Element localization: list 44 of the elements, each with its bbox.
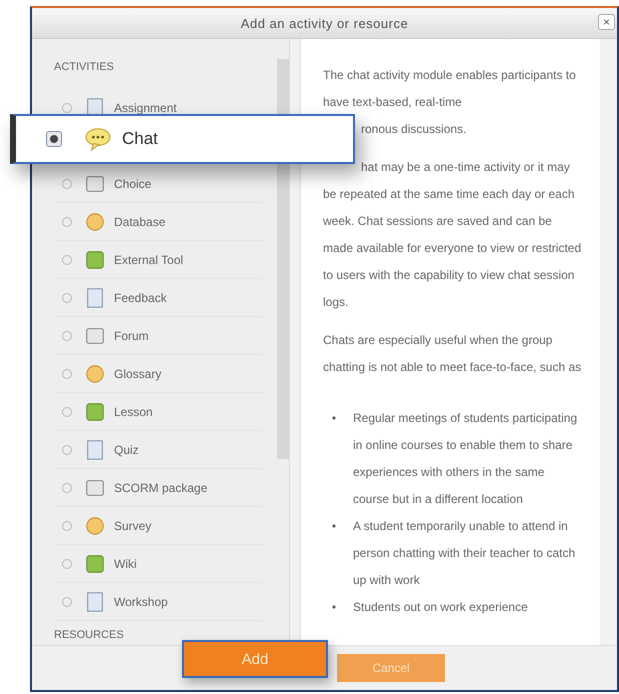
- section-heading: RESOURCES: [54, 629, 125, 643]
- activity-label: Glossary: [114, 366, 162, 380]
- radio-button[interactable]: [62, 216, 72, 226]
- section-heading: ACTIVITIES: [54, 61, 115, 75]
- radio-button[interactable]: [46, 131, 62, 147]
- activity-label: Quiz: [114, 442, 139, 456]
- bullet-marker: •: [330, 410, 338, 427]
- radio-button[interactable]: [62, 558, 72, 568]
- bullet-marker: •: [330, 518, 338, 535]
- bullet-marker: •: [330, 599, 338, 616]
- activity-label: Survey: [114, 518, 152, 532]
- activity-label: Wiki: [114, 556, 137, 570]
- radio-button[interactable]: [62, 292, 72, 302]
- bullet-text: Regular meetings of students participating in online courses to enable them to share experiences with others in the same course but in a different location: [353, 410, 578, 508]
- description-text: Chats are especially useful when the group chatting is not able to meet face-to-face, such as: [323, 332, 582, 376]
- bullet-text: A student temporarily unable to attend in person chatting with their teacher to catch up with work: [353, 518, 576, 589]
- radio-button[interactable]: [62, 368, 72, 378]
- description-text: ronous discussions.: [360, 121, 468, 138]
- dialog-title: Add an activity or resource: [240, 16, 408, 30]
- activity-label: SCORM package: [114, 480, 208, 494]
- activity-label: External Tool: [114, 252, 184, 266]
- add-button[interactable]: Add: [182, 640, 328, 678]
- activity-label: Assignment: [114, 100, 177, 114]
- description-text: hat may be a one-time activity or it may be repeated at the same time each day or each week. Chat sessions are saved and can be made available for everyone to view or restricted to users with the capability to view chat session logs.: [323, 159, 582, 311]
- radio-button[interactable]: [62, 444, 72, 454]
- activity-label: Workshop: [114, 594, 168, 608]
- bullet-text: Students out on work experience: [353, 599, 528, 616]
- radio-button[interactable]: [62, 406, 72, 416]
- activity-label: Feedback: [114, 290, 167, 304]
- radio-button[interactable]: [62, 520, 72, 530]
- radio-button[interactable]: [62, 178, 72, 188]
- activity-label: Chat: [122, 129, 158, 149]
- radio-button[interactable]: [62, 596, 72, 606]
- cancel-button[interactable]: Cancel: [337, 654, 445, 682]
- radio-button[interactable]: [62, 254, 72, 264]
- close-button[interactable]: ×: [598, 14, 615, 30]
- speech-bubble-icon: [84, 127, 112, 151]
- radio-button[interactable]: [62, 482, 72, 492]
- activity-label: Choice: [114, 176, 152, 190]
- activity-label: Database: [114, 214, 166, 228]
- radio-button[interactable]: [62, 102, 72, 112]
- activity-label: Lesson: [114, 404, 153, 418]
- activity-label: Forum: [114, 328, 149, 342]
- radio-button[interactable]: [62, 330, 72, 340]
